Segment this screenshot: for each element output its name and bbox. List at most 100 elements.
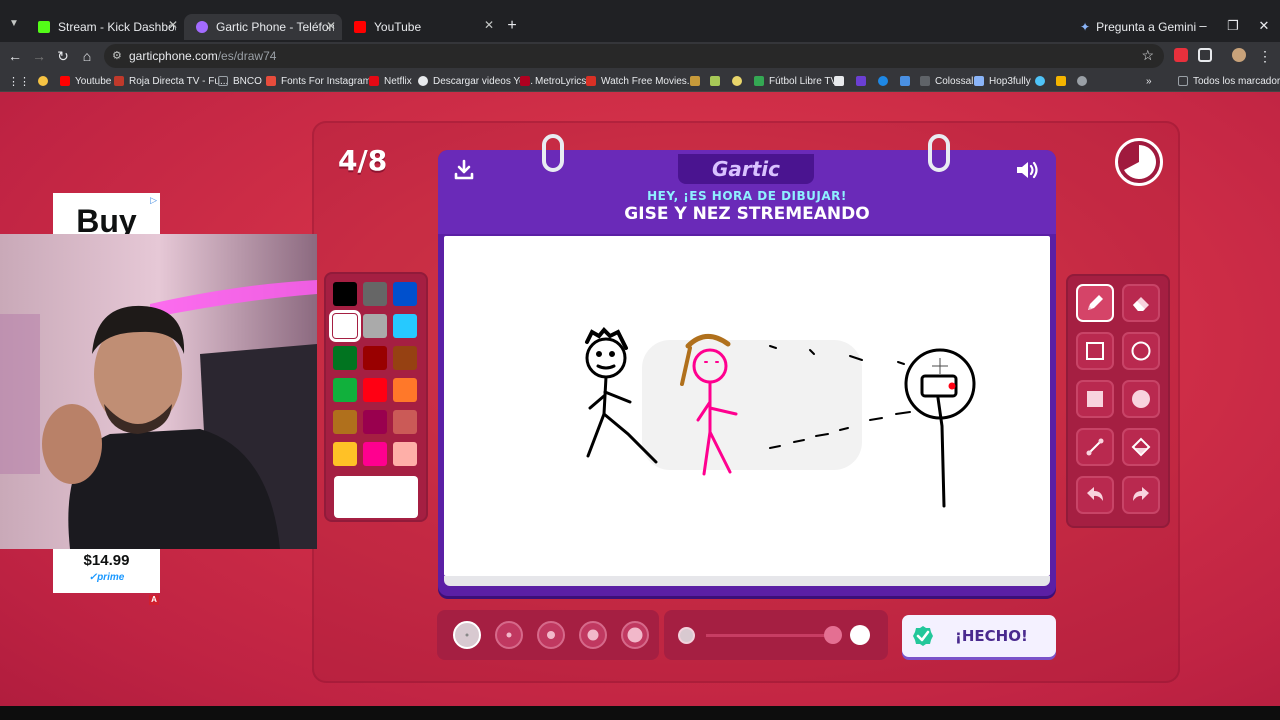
color-swatch[interactable]: [333, 346, 357, 370]
color-swatch[interactable]: [363, 378, 387, 402]
color-swatch[interactable]: [363, 442, 387, 466]
circle-outline-icon[interactable]: [1122, 332, 1160, 370]
bookmark-roja-directa[interactable]: Roja Directa TV - Fu...: [114, 73, 228, 89]
site-info-icon[interactable]: ⚙: [112, 49, 122, 62]
bookmark-fonts[interactable]: Fonts For Instagram...: [266, 73, 379, 89]
back-icon[interactable]: ←: [6, 47, 24, 65]
profile-avatar[interactable]: [1232, 48, 1246, 62]
color-swatch[interactable]: [363, 282, 387, 306]
bookmark-youtube[interactable]: Youtube: [60, 73, 111, 89]
color-swatch[interactable]: [393, 378, 417, 402]
bookmark-watch-movies[interactable]: Watch Free Movies...: [586, 73, 695, 89]
undo-icon[interactable]: [1076, 476, 1114, 514]
youtube-favicon-icon: [354, 21, 366, 33]
download-icon[interactable]: [452, 158, 476, 182]
notebook-ring: [928, 134, 950, 172]
apps-grid-icon[interactable]: ⋮⋮: [8, 73, 30, 89]
drawing-prompt: GISE Y NEZ STREMEANDO: [624, 204, 870, 224]
brush-size-5[interactable]: [621, 621, 649, 649]
bookmark-all-folder[interactable]: Todos los marcadores: [1178, 73, 1280, 89]
restore-icon[interactable]: ❐: [1223, 18, 1243, 34]
opacity-track[interactable]: [706, 634, 834, 637]
opacity-handle[interactable]: [824, 626, 842, 644]
opacity-max-icon: [850, 625, 870, 645]
bookmark-descargar[interactable]: Descargar videos Yo...: [418, 73, 533, 89]
color-swatch[interactable]: [393, 410, 417, 434]
eraser-icon[interactable]: [1122, 284, 1160, 322]
bookmark-colossal[interactable]: Colossal: [920, 73, 973, 89]
bookmark-star-icon[interactable]: ☆: [1141, 47, 1154, 64]
bookmark-netflix[interactable]: Netflix: [369, 73, 412, 89]
close-icon[interactable]: ✕: [326, 19, 336, 33]
extension-icon[interactable]: [1174, 48, 1188, 62]
kebab-menu-icon[interactable]: ⋮: [1256, 47, 1274, 65]
adchoices-icon[interactable]: ▷: [150, 195, 157, 206]
color-swatch[interactable]: [329, 310, 361, 342]
taskbar-edge: [0, 706, 1280, 720]
rect-outline-icon[interactable]: [1076, 332, 1114, 370]
rect-fill-icon[interactable]: [1076, 380, 1114, 418]
circle-fill-icon[interactable]: [1122, 380, 1160, 418]
color-swatch[interactable]: [363, 314, 387, 338]
done-button[interactable]: ¡HECHO!: [902, 615, 1056, 657]
tab-youtube[interactable]: YouTube ✕: [342, 16, 500, 38]
color-swatch[interactable]: [333, 282, 357, 306]
bookmark-hop3fully[interactable]: Hop3fully: [974, 73, 1031, 89]
color-swatch[interactable]: [393, 346, 417, 370]
drawing-canvas[interactable]: [444, 236, 1050, 576]
pencil-icon[interactable]: [1076, 284, 1114, 322]
new-tab-button[interactable]: +: [503, 17, 521, 35]
bookmark-icon-f[interactable]: [878, 73, 893, 89]
tab-title: Gartic Phone - Teléfono Desconocido: [216, 20, 334, 34]
fill-bucket-icon[interactable]: [1122, 428, 1160, 466]
bookmark-icon-b[interactable]: [710, 73, 725, 89]
tab-gartic-phone[interactable]: Gartic Phone - Teléfono Desconocido ✕: [184, 14, 342, 40]
bookmark-metrolyrics[interactable]: MetroLyrics: [520, 73, 586, 89]
gemini-button[interactable]: ✦ Pregunta a Gemini: [1080, 20, 1196, 34]
redo-icon[interactable]: [1122, 476, 1160, 514]
color-swatch[interactable]: [393, 442, 417, 466]
color-swatch[interactable]: [393, 282, 417, 306]
bookmark-icon-c[interactable]: [732, 73, 747, 89]
color-swatch[interactable]: [333, 410, 357, 434]
draw-subtitle: HEY, ¡ES HORA DE DIBUJAR!: [647, 189, 847, 203]
bookmark-icon-e[interactable]: [856, 73, 871, 89]
sound-icon[interactable]: [1014, 158, 1040, 182]
more-bookmarks-icon[interactable]: »: [1146, 73, 1152, 89]
ad-price: $14.99: [83, 552, 130, 569]
brush-size-4[interactable]: [579, 621, 607, 649]
brush-size-3[interactable]: [537, 621, 565, 649]
color-swatch[interactable]: [333, 378, 357, 402]
close-icon[interactable]: ✕: [168, 18, 178, 32]
bookmark-icon-h[interactable]: [1035, 73, 1050, 89]
close-window-icon[interactable]: ✕: [1254, 18, 1274, 34]
minimize-icon[interactable]: –: [1193, 18, 1213, 33]
home-icon[interactable]: ⌂: [78, 47, 96, 65]
brush-size-1[interactable]: [453, 621, 481, 649]
tab-kick-dashboard[interactable]: Stream - Kick Dashboard ✕: [26, 16, 184, 38]
close-icon[interactable]: ✕: [484, 18, 494, 32]
bookmark-icon-j[interactable]: [1077, 73, 1092, 89]
color-swatch[interactable]: [363, 346, 387, 370]
bookmark-icon-i[interactable]: [1056, 73, 1071, 89]
reload-icon[interactable]: ↻: [54, 47, 72, 65]
line-icon[interactable]: [1076, 428, 1114, 466]
color-palette: [324, 272, 428, 522]
webcam-overlay: [0, 234, 317, 549]
color-swatch[interactable]: [363, 410, 387, 434]
opacity-slider: [664, 610, 888, 660]
address-bar[interactable]: ⚙ garticphone.com/es/draw74 ☆: [104, 44, 1164, 68]
bookmark-icon-a[interactable]: [690, 73, 705, 89]
gemini-label: Pregunta a Gemini: [1096, 20, 1197, 34]
bookmark-icon-g[interactable]: [900, 73, 915, 89]
forward-icon[interactable]: →: [30, 47, 48, 65]
extensions-puzzle-icon[interactable]: [1198, 48, 1212, 62]
tab-search-icon[interactable]: ▼: [6, 18, 22, 34]
brush-size-2[interactable]: [495, 621, 523, 649]
bookmark-bnco[interactable]: BNCO: [218, 73, 262, 89]
color-swatch[interactable]: [393, 314, 417, 338]
bookmark-futbol-libre[interactable]: Fútbol Libre TV: [754, 73, 837, 89]
bookmark-emoji[interactable]: [38, 73, 53, 89]
color-swatch[interactable]: [333, 442, 357, 466]
bookmark-icon-d[interactable]: [834, 73, 849, 89]
